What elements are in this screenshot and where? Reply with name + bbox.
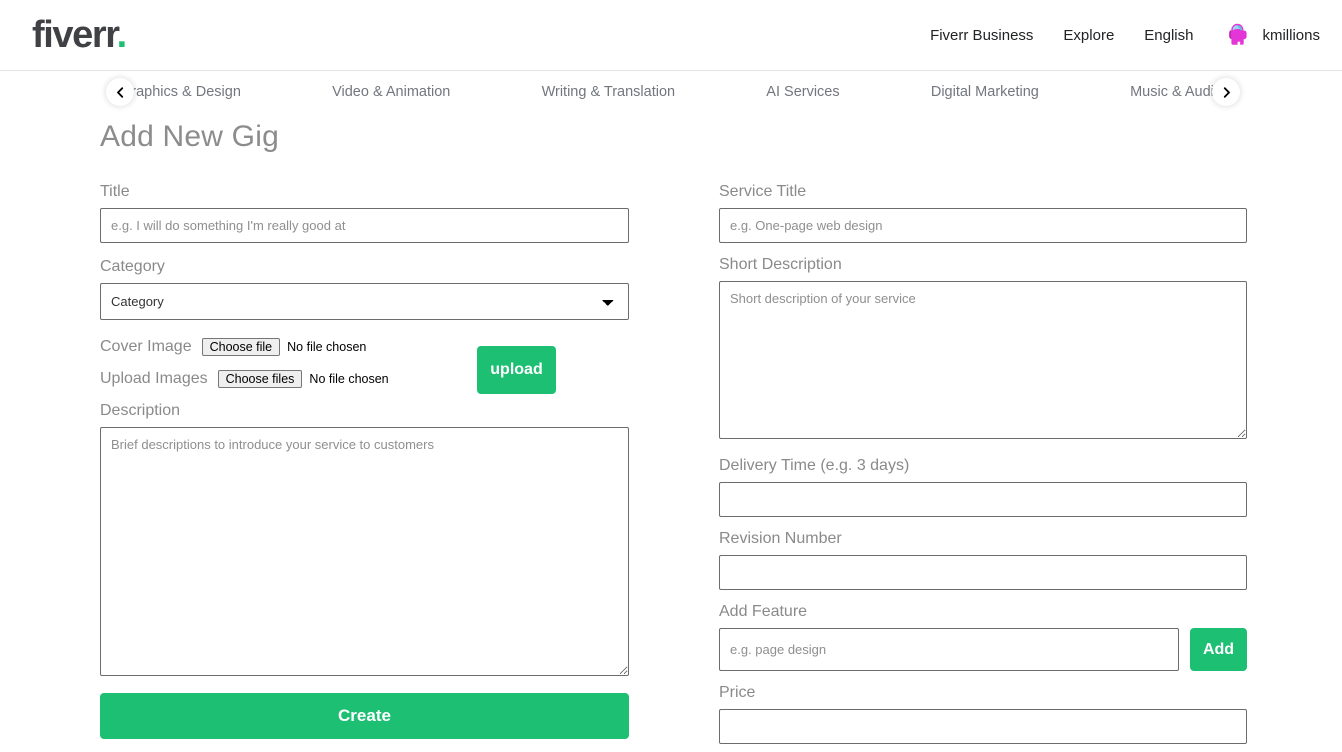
revision-number-label: Revision Number xyxy=(719,530,842,547)
create-button[interactable]: Create xyxy=(100,693,629,739)
cover-image-choose-file-button[interactable]: Choose file xyxy=(201,338,281,356)
description-label: Description xyxy=(100,402,181,419)
upload-images-label: Upload Images xyxy=(100,370,208,387)
category-nav-item-writing-translation[interactable]: Writing & Translation xyxy=(542,84,676,100)
category-nav-item-video-animation[interactable]: Video & Animation xyxy=(332,84,450,100)
header-link-fiverr-business[interactable]: Fiverr Business xyxy=(930,27,1033,44)
category-nav-item-music-audio[interactable]: Music & Audio xyxy=(1130,84,1222,100)
upload-button[interactable]: upload xyxy=(477,346,556,394)
short-description-textarea[interactable] xyxy=(719,281,1247,439)
revision-number-input[interactable] xyxy=(719,555,1247,590)
delivery-time-input[interactable] xyxy=(719,482,1247,517)
category-nav-next-button[interactable] xyxy=(1212,78,1240,106)
category-nav-item-digital-marketing[interactable]: Digital Marketing xyxy=(931,84,1039,100)
gig-form-right-column: Service Title Short Description Delivery… xyxy=(719,183,1247,744)
page-title: Add New Gig xyxy=(100,120,279,153)
field-service-title: Service Title xyxy=(719,183,1247,243)
add-gig-page: Add New Gig Title Category Category Cove… xyxy=(0,113,1342,744)
cover-image-file-input[interactable]: Choose file No file chosen xyxy=(201,338,367,356)
title-input[interactable] xyxy=(100,208,629,243)
upload-images-file-input[interactable]: Choose files No file chosen xyxy=(217,370,389,388)
logo-text: fiverr xyxy=(32,14,118,56)
upload-images-choose-files-button[interactable]: Choose files xyxy=(217,370,303,388)
service-title-input[interactable] xyxy=(719,208,1247,243)
among-us-avatar-icon xyxy=(1223,20,1253,50)
header-right-nav: Fiverr Business Explore English kmillion… xyxy=(930,20,1320,50)
field-revision-number: Revision Number xyxy=(719,530,1247,590)
fiverr-logo[interactable]: fiverr. xyxy=(32,14,128,56)
chevron-left-icon xyxy=(115,86,126,98)
category-nav-item-graphics-design[interactable]: Graphics & Design xyxy=(120,84,241,100)
category-label: Category xyxy=(100,258,165,275)
service-title-label: Service Title xyxy=(719,183,807,200)
field-title: Title xyxy=(100,183,629,243)
cover-image-label: Cover Image xyxy=(100,338,192,355)
category-nav-item-ai-services[interactable]: AI Services xyxy=(766,84,839,100)
field-add-feature: Add Feature Add xyxy=(719,603,1247,671)
add-feature-button[interactable]: Add xyxy=(1190,628,1247,671)
add-feature-row: Add xyxy=(719,628,1247,671)
header-link-english[interactable]: English xyxy=(1144,27,1193,44)
field-delivery-time: Delivery Time (e.g. 3 days) xyxy=(719,457,1247,517)
delivery-time-label: Delivery Time (e.g. 3 days) xyxy=(719,457,910,474)
price-label: Price xyxy=(719,684,756,701)
add-feature-label: Add Feature xyxy=(719,603,808,620)
cover-image-file-status: No file chosen xyxy=(287,340,367,354)
title-label: Title xyxy=(100,183,130,200)
user-menu[interactable]: kmillions xyxy=(1223,20,1320,50)
category-nav: Graphics & Design Video & Animation Writ… xyxy=(0,71,1342,113)
field-price: Price xyxy=(719,684,1247,744)
category-nav-items: Graphics & Design Video & Animation Writ… xyxy=(100,84,1242,100)
header-link-explore[interactable]: Explore xyxy=(1063,27,1114,44)
logo-dot: . xyxy=(116,14,128,56)
description-textarea[interactable] xyxy=(100,427,629,676)
price-input[interactable] xyxy=(719,709,1247,744)
chevron-right-icon xyxy=(1221,86,1232,98)
upload-images-file-status: No file chosen xyxy=(309,372,389,386)
add-feature-input[interactable] xyxy=(719,628,1179,671)
site-header: fiverr. Fiverr Business Explore English … xyxy=(0,0,1342,71)
username-label: kmillions xyxy=(1262,26,1320,44)
field-category: Category Category xyxy=(100,258,629,320)
gig-form: Title Category Category Cover Image Choo… xyxy=(0,157,1342,744)
field-description: Description xyxy=(100,402,629,681)
short-description-label: Short Description xyxy=(719,256,842,273)
field-short-description: Short Description xyxy=(719,256,1247,444)
gig-form-left-column: Title Category Category Cover Image Choo… xyxy=(100,183,629,744)
image-upload-area: Cover Image Choose file No file chosen U… xyxy=(100,338,629,394)
category-nav-prev-button[interactable] xyxy=(106,78,134,106)
category-select[interactable]: Category xyxy=(100,283,629,320)
